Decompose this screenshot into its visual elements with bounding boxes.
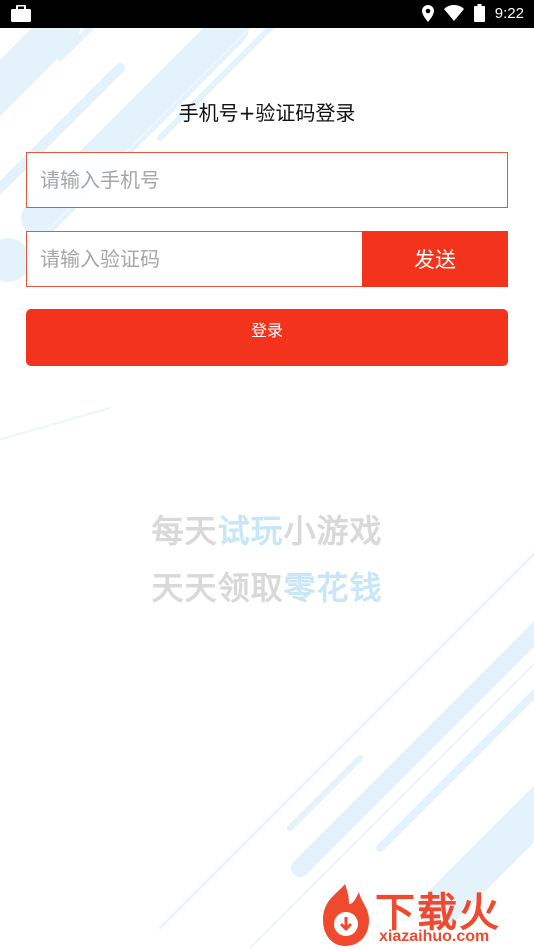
watermark-url: xiazaihuo.com (379, 928, 490, 945)
battery-icon (473, 4, 485, 22)
briefcase-icon (11, 5, 31, 22)
verification-code-input[interactable] (26, 231, 362, 287)
slogan-text: 天天领取 (151, 569, 284, 607)
status-bar: 9:22 (0, 0, 534, 28)
login-title: 手机号+验证码登录 (178, 101, 356, 125)
clock-time: 9:22 (494, 4, 524, 22)
phone-input[interactable] (26, 152, 508, 208)
slogan-text: 小游戏 (283, 512, 383, 550)
login-button[interactable]: 登录 (26, 309, 508, 366)
login-screen: 9:22 手机号+验证码登录 发送 登录 每天试玩小游戏 天天领取零花钱 下载火… (0, 0, 534, 949)
slogan-line-2: 天天领取零花钱 (0, 563, 534, 609)
flame-logo-icon (323, 884, 369, 946)
slogan-highlight: 零花钱 (283, 569, 383, 607)
wifi-icon (443, 5, 464, 21)
slogan-text: 每天 (151, 512, 218, 550)
slogan-line-1: 每天试玩小游戏 (0, 506, 534, 552)
watermark-logo: 下载火 xiazaihuo.com (315, 880, 534, 949)
location-icon (421, 4, 434, 22)
send-code-button[interactable]: 发送 (362, 231, 508, 287)
slogan-highlight: 试玩 (217, 512, 284, 550)
